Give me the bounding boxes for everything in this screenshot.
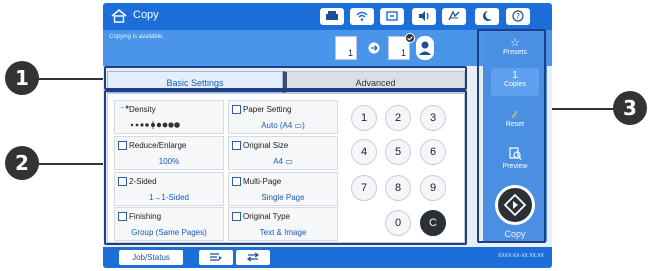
eco-icon <box>448 10 460 21</box>
network-status-button[interactable] <box>380 8 404 25</box>
help-button[interactable]: ? <box>506 8 530 25</box>
moon-icon <box>483 11 492 21</box>
callout-2: 2 <box>5 146 39 180</box>
home-icon[interactable] <box>110 8 128 24</box>
job-status-button[interactable]: Job/Status <box>119 250 183 265</box>
job-list-icon <box>210 253 222 261</box>
check-badge-icon <box>405 33 415 43</box>
callout-1: 1 <box>5 61 39 95</box>
svg-text:?: ? <box>516 12 520 21</box>
highlight-frame-1 <box>104 66 467 90</box>
callout-3-leader <box>546 108 614 110</box>
arrow-right-icon <box>368 42 380 54</box>
user-button[interactable] <box>416 36 434 60</box>
wifi-icon <box>356 11 368 21</box>
job-list-button[interactable] <box>199 250 233 265</box>
callout-1-leader <box>38 78 110 80</box>
printer-status-button[interactable] <box>320 8 344 25</box>
printer-icon <box>326 11 338 20</box>
output-page-count: 1 <box>400 48 406 58</box>
app-title: Copy <box>133 9 159 21</box>
sleep-button[interactable] <box>475 8 499 25</box>
original-page-icon: 1 <box>335 36 357 60</box>
wifi-status-button[interactable] <box>350 8 374 25</box>
callout-2-leader <box>38 163 108 165</box>
speaker-icon <box>419 11 429 21</box>
swap-icon <box>246 252 260 262</box>
network-icon <box>386 11 398 21</box>
callout-3: 3 <box>613 91 647 125</box>
bottom-bar: Job/Status XXXX-XX-XX XX:XX <box>103 247 552 268</box>
original-page-count: 1 <box>347 48 353 58</box>
swap-button[interactable] <box>236 250 270 265</box>
highlight-frame-2 <box>104 90 467 245</box>
title-bar: Copy ? <box>103 3 552 30</box>
eco-mode-button[interactable] <box>442 8 466 25</box>
date-time: XXXX-XX-XX XX:XX <box>497 253 544 259</box>
help-icon: ? <box>512 10 524 22</box>
user-icon <box>419 41 431 55</box>
status-message: Copying is available. <box>109 34 165 40</box>
volume-button[interactable] <box>412 8 436 25</box>
highlight-frame-3 <box>477 29 546 243</box>
